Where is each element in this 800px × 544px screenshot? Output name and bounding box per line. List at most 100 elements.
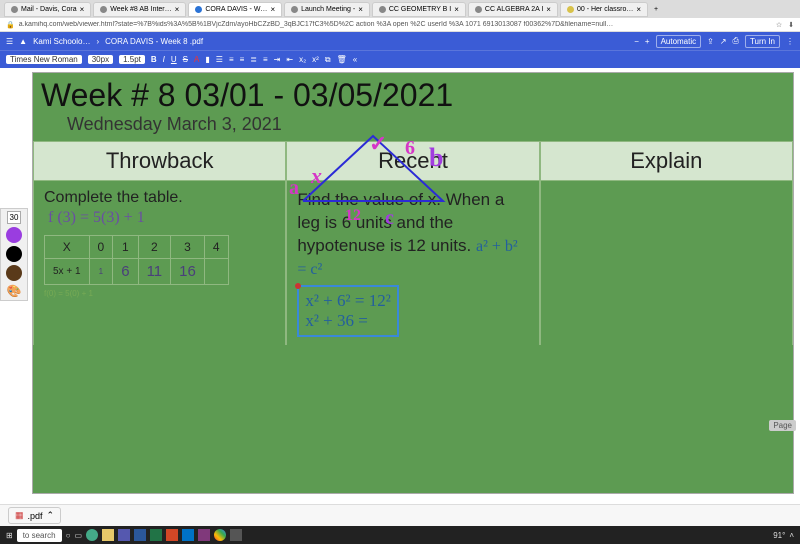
- turnin-button[interactable]: Turn In: [745, 35, 780, 48]
- tab-cora-davis[interactable]: CORA DAVIS - W…×: [188, 2, 282, 17]
- indent-icon[interactable]: ⇥: [274, 55, 281, 64]
- chevron-up-icon[interactable]: ⌃: [47, 510, 55, 521]
- align-right-icon[interactable]: ≡: [263, 55, 268, 64]
- minus-icon[interactable]: −: [634, 37, 639, 46]
- start-icon[interactable]: ⊞: [6, 531, 13, 540]
- word-icon[interactable]: [134, 529, 146, 541]
- bold-button[interactable]: B: [151, 55, 157, 64]
- star-icon[interactable]: ☆: [776, 21, 782, 29]
- drive-icon[interactable]: ▲: [19, 37, 27, 46]
- cortana-icon[interactable]: ○: [66, 531, 71, 540]
- ppt-icon[interactable]: [166, 529, 178, 541]
- color-swatch-purple[interactable]: [6, 227, 22, 243]
- outlook-icon[interactable]: [182, 529, 194, 541]
- color-swatch-brown[interactable]: [6, 265, 22, 281]
- italic-button[interactable]: I: [163, 55, 165, 64]
- zoom-mode[interactable]: Automatic: [656, 35, 702, 48]
- teams-icon[interactable]: [118, 529, 130, 541]
- export-icon[interactable]: ⇪: [707, 37, 714, 46]
- size-chip[interactable]: 30: [7, 211, 22, 224]
- download-chip[interactable]: ▦ .pdf ⌃: [8, 507, 61, 524]
- eq-step2: x² + 36 =: [305, 311, 390, 331]
- size-select[interactable]: 30px: [88, 55, 113, 64]
- align-center-icon[interactable]: ≣: [250, 55, 257, 64]
- stroke-select[interactable]: 1.5pt: [119, 55, 145, 64]
- close-icon[interactable]: ×: [636, 5, 641, 14]
- browser-tabbar: Mail - Davis, Cora× Week #8 AB Inter…× C…: [0, 0, 800, 18]
- annot-check: ✓: [369, 131, 387, 157]
- taskview-icon[interactable]: ▭: [74, 531, 82, 540]
- tab-launch[interactable]: Launch Meeting -×: [284, 2, 370, 17]
- favicon-icon: [195, 6, 202, 13]
- palette-icon[interactable]: 🎨: [7, 284, 22, 298]
- chrome-icon[interactable]: [214, 529, 226, 541]
- pdf-icon: ▦: [15, 510, 24, 521]
- q1-table: X 0 1 2 3 4 5x + 1 1 6 11 16: [44, 235, 229, 285]
- menu-icon[interactable]: ☰: [6, 37, 13, 46]
- chevron-right-icon: ›: [96, 37, 99, 46]
- taskbar-search[interactable]: to search: [17, 529, 62, 542]
- tab-algebra[interactable]: CC ALGEBRA 2A I×: [468, 2, 558, 17]
- annot-a: a: [289, 177, 299, 200]
- highlight-icon[interactable]: ▮: [205, 55, 209, 64]
- tool-sidebar: 30 🎨: [0, 208, 28, 301]
- explain-cell: [540, 181, 793, 345]
- q1-function: f (3) = 5(3) + 1: [48, 209, 275, 227]
- page-title: Week # 8 03/01 - 03/05/2021: [33, 73, 793, 114]
- superscript-icon[interactable]: x²: [312, 55, 319, 64]
- col-throwback: Throwback: [33, 141, 286, 181]
- underline-button[interactable]: U: [171, 55, 177, 64]
- print-icon[interactable]: ⎙: [733, 36, 739, 46]
- textbox-handle-icon[interactable]: [295, 283, 301, 289]
- copy-icon[interactable]: ⧉: [325, 55, 331, 65]
- throwback-cell: Complete the table. f (3) = 5(3) + 1 X 0…: [33, 181, 286, 345]
- outdent-icon[interactable]: ⇤: [286, 55, 293, 64]
- equation-textbox[interactable]: x² + 6² = 12² x² + 36 =: [297, 285, 398, 337]
- close-icon[interactable]: ×: [80, 5, 85, 14]
- app-icon[interactable]: [230, 529, 242, 541]
- close-icon[interactable]: ×: [358, 5, 363, 14]
- subscript-icon[interactable]: x₂: [299, 55, 306, 64]
- url-bar[interactable]: 🔒 a.kamihq.com/web/viewer.html?state=%7B…: [0, 18, 800, 32]
- tray-up-icon[interactable]: ˄: [789, 531, 794, 540]
- tab-geometry[interactable]: CC GEOMETRY B I×: [372, 2, 466, 17]
- share-icon[interactable]: ↗: [720, 37, 727, 46]
- tab-week8[interactable]: Week #8 AB Inter…×: [93, 2, 186, 17]
- align-left-icon[interactable]: ≡: [240, 55, 245, 64]
- tab-mail[interactable]: Mail - Davis, Cora×: [4, 2, 91, 17]
- site-lock-icon: 🔒: [6, 21, 15, 29]
- files-icon[interactable]: [102, 529, 114, 541]
- kebab-icon[interactable]: ⋮: [786, 37, 794, 46]
- onenote-icon[interactable]: [198, 529, 210, 541]
- excel-icon[interactable]: [150, 529, 162, 541]
- edge-icon[interactable]: [86, 529, 98, 541]
- annot-b: b: [429, 143, 443, 173]
- annot-x: x: [311, 163, 322, 189]
- close-icon[interactable]: ×: [270, 5, 275, 14]
- tab-classroom[interactable]: 00 - Her classro…×: [560, 2, 648, 17]
- download-icon[interactable]: ⬇: [788, 21, 794, 29]
- font-select[interactable]: Times New Roman: [6, 55, 82, 64]
- document-canvas[interactable]: Week # 8 03/01 - 03/05/2021 Wednesday Ma…: [32, 72, 794, 494]
- favicon-icon: [475, 6, 482, 13]
- close-icon[interactable]: ×: [175, 5, 180, 14]
- plus-icon[interactable]: +: [645, 37, 650, 46]
- favicon-icon: [100, 6, 107, 13]
- breadcrumb-root[interactable]: Kami Schoolo…: [33, 37, 90, 46]
- weather-temp[interactable]: 91°: [773, 531, 785, 540]
- strike-button[interactable]: S: [183, 55, 188, 64]
- page-badge[interactable]: Page: [769, 420, 796, 431]
- collapse-icon[interactable]: «: [353, 55, 357, 64]
- bullet-icon[interactable]: ☰: [216, 55, 223, 64]
- trash-icon[interactable]: 🗑: [337, 55, 347, 64]
- breadcrumb-file[interactable]: CORA DAVIS - Week 8 .pdf: [105, 37, 203, 46]
- close-icon[interactable]: ×: [546, 5, 551, 14]
- numlist-icon[interactable]: ≡: [229, 55, 234, 64]
- color-swatch-black[interactable]: [6, 246, 22, 262]
- new-tab-button[interactable]: +: [650, 6, 662, 13]
- close-icon[interactable]: ×: [454, 5, 459, 14]
- fontcolor-button[interactable]: A: [194, 55, 199, 64]
- favicon-icon: [291, 6, 298, 13]
- downloads-shelf: ▦ .pdf ⌃: [0, 504, 800, 526]
- table-row: X 0 1 2 3 4: [45, 236, 229, 259]
